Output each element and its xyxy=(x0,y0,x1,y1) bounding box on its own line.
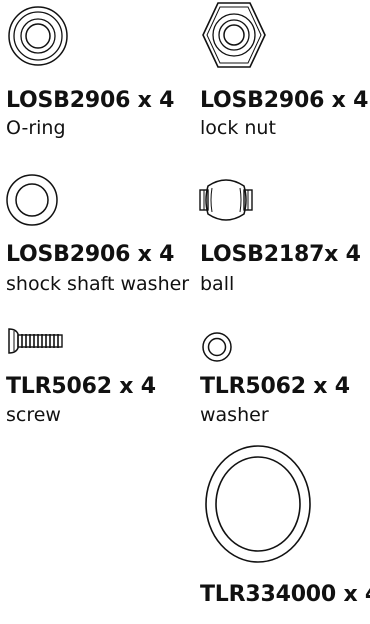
part-screw: TLR5062 x 4 screw xyxy=(0,320,190,440)
part-code: LOSB2906 x 4 xyxy=(200,88,369,113)
part-o-ring: LOSB2906 x 4 O-ring xyxy=(0,0,185,150)
washer-icon xyxy=(202,332,232,362)
parts-page: { "parts": [ {"icon": "o-ring-icon", "co… xyxy=(0,0,370,624)
ball-icon xyxy=(199,179,253,221)
part-lock-nut: LOSB2906 x 4 lock nut xyxy=(190,0,370,150)
part-shock-shaft-washer: LOSB2906 x 4 shock shaft washer xyxy=(0,160,190,310)
part-description: screw xyxy=(6,404,61,426)
o-ring-icon xyxy=(8,6,68,66)
part-code: TLR5062 x 4 xyxy=(200,374,350,399)
part-code: TLR334000 x 4 xyxy=(200,582,370,607)
part-description: ball xyxy=(200,273,235,295)
lock-nut-icon xyxy=(202,2,266,68)
part-code: LOSB2187x 4 xyxy=(200,242,361,267)
shock-shaft-washer-icon xyxy=(6,174,58,226)
large-ring-icon xyxy=(205,445,311,563)
part-description: shock shaft washer xyxy=(6,273,190,295)
part-code: LOSB2906 x 4 xyxy=(6,242,175,267)
part-large-ring: TLR334000 x 4 xyxy=(190,440,370,624)
part-ball: LOSB2187x 4 ball xyxy=(190,160,370,310)
part-code: TLR5062 x 4 xyxy=(6,374,156,399)
part-description: lock nut xyxy=(200,117,276,139)
part-washer: TLR5062 x 4 washer xyxy=(190,320,370,440)
part-description: O-ring xyxy=(6,117,66,139)
part-code: LOSB2906 x 4 xyxy=(6,88,175,113)
screw-icon xyxy=(8,328,63,354)
part-description: washer xyxy=(200,404,269,426)
